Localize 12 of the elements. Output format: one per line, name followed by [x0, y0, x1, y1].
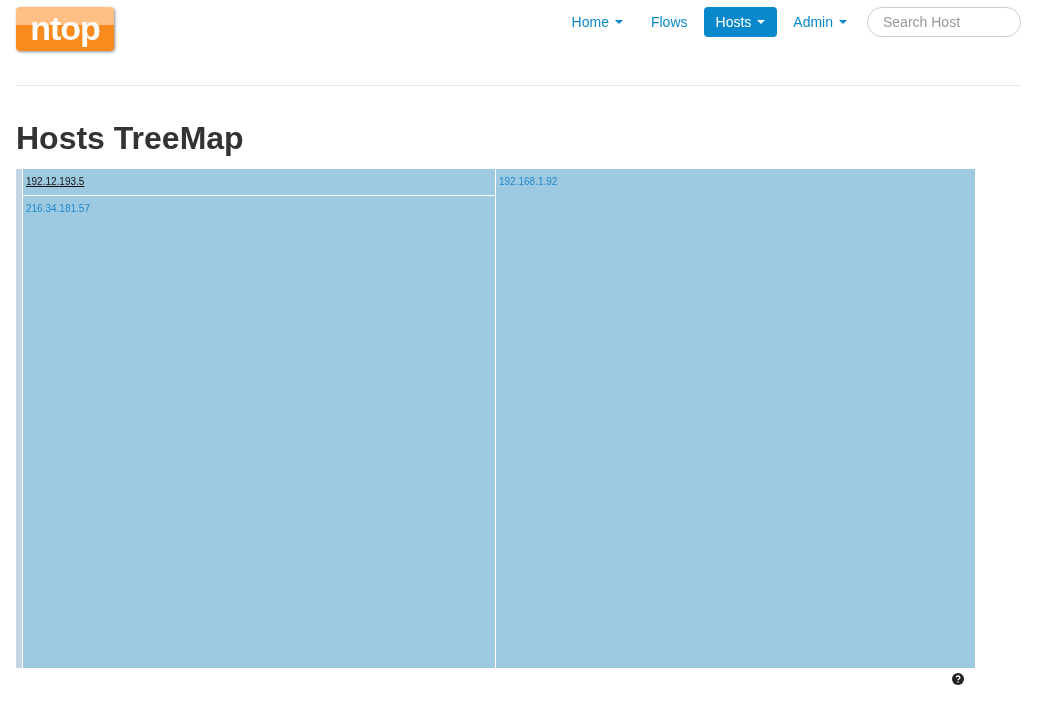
treemap-tile[interactable]	[16, 169, 22, 668]
treemap-tile[interactable]: 192.12.193.5	[23, 169, 495, 195]
help-icon[interactable]	[952, 673, 964, 685]
treemap-tile[interactable]: 216.34.181.57	[23, 196, 495, 668]
treemap-tile[interactable]: 192.168.1.92	[496, 169, 975, 668]
nav-tab[interactable]: Admin	[781, 7, 859, 37]
nav-tab[interactable]: Hosts	[703, 7, 778, 37]
nav-tab[interactable]: Flows	[638, 7, 700, 37]
search-field[interactable]: Search Host	[867, 7, 1021, 37]
page-title: Hosts TreeMap	[16, 120, 245, 157]
logo[interactable]: ntop	[16, 7, 114, 51]
nav-tab[interactable]: Home	[559, 7, 635, 37]
